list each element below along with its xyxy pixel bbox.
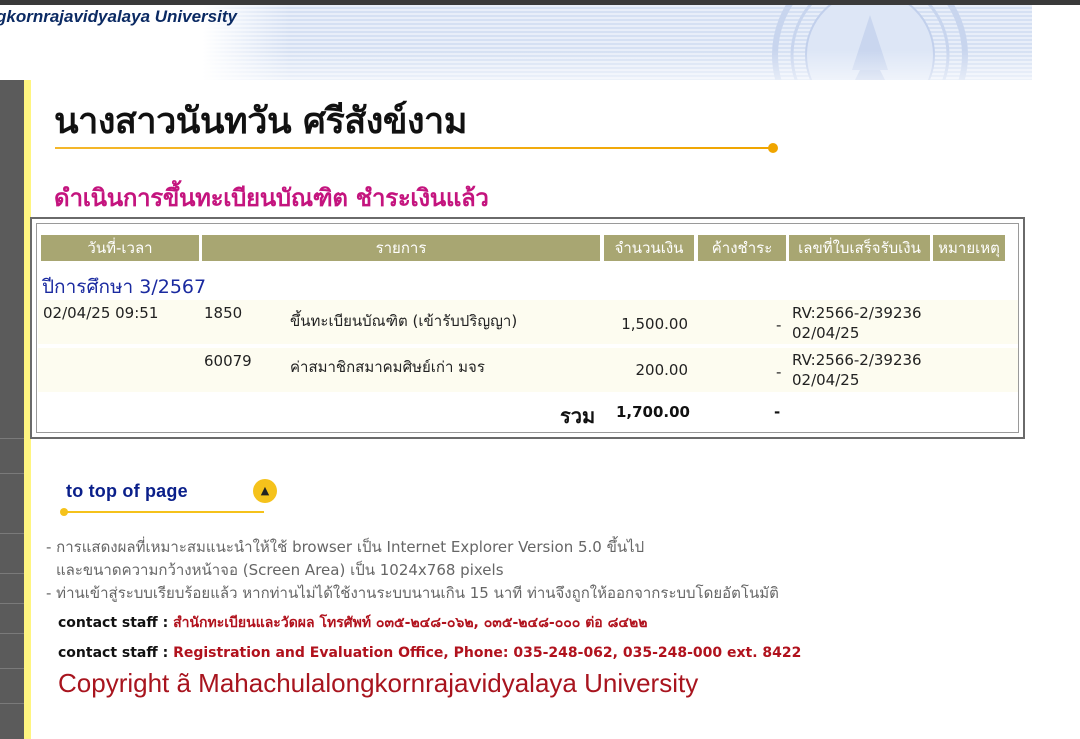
student-name: นางสาวนันทวัน ศรีสังข์งาม [54, 101, 467, 142]
row-receipt-date: 02/04/25 [792, 371, 860, 389]
browser-note: - การแสดงผลที่เหมาะสมแนะนำให้ใช้ browser… [46, 538, 645, 556]
academic-year: ปีการศึกษา 3/2567 [42, 276, 207, 298]
registration-status: ดำเนินการขึ้นทะเบียนบัณฑิต ชำระเงินแล้ว [54, 184, 489, 212]
header-amount: จำนวนเงิน [604, 235, 694, 261]
row-outstanding: - [776, 316, 782, 334]
to-top-label: to top of page [66, 481, 188, 501]
to-top-underline-dot [60, 508, 68, 516]
name-underline-dot [768, 143, 778, 153]
university-name: gkornrajavidyalaya University [0, 7, 237, 26]
left-sidebar [0, 80, 24, 739]
row-code: 60079 [204, 352, 252, 370]
contact-thai-value: สำนักทะเบียนและวัดผล โทรศัพท์ ๐๓๕-๒๔๘-๐๖… [173, 615, 648, 631]
up-arrow-icon: ▲ [253, 479, 277, 503]
header-receipt: เลขที่ใบเสร็จรับเงิน [789, 235, 930, 261]
contact-english-value: Registration and Evaluation Office, Phon… [173, 645, 802, 661]
row-item: ขึ้นทะเบียนบัณฑิต (เข้ารับปริญญา) [290, 312, 518, 330]
header-outstanding: ค้างชำระ [698, 235, 786, 261]
contact-thai: contact staff : สำนักทะเบียนและวัดผล โทร… [58, 615, 648, 631]
session-timeout-note: - ท่านเข้าสู่ระบบเรียบร้อยแล้ว หากท่านไม… [46, 584, 779, 602]
header-datetime: วันที่-เวลา [41, 235, 199, 261]
total-outstanding: - [774, 403, 781, 421]
row-outstanding: - [776, 363, 782, 381]
row-receipt-no: RV:2566-2/39236 [792, 351, 922, 369]
total-amount: 1,700.00 [615, 403, 690, 421]
to-top-underline [64, 511, 264, 513]
header-remark: หมายเหตุ [933, 235, 1005, 261]
screen-note: และขนาดความกว้างหน้าจอ (Screen Area) เป็… [56, 561, 504, 579]
row-datetime: 02/04/25 09:51 [43, 304, 159, 322]
row-receipt-no: RV:2566-2/39236 [792, 304, 922, 322]
copyright: Copyright ã Mahachulalongkornrajavidyala… [58, 668, 699, 698]
total-label: รวม [560, 404, 596, 428]
row-item: ค่าสมาชิกสมาคมศิษย์เก่า มจร [290, 358, 485, 376]
to-top-of-page-link[interactable]: to top of page ▲ [60, 478, 280, 516]
header-item: รายการ [202, 235, 600, 261]
row-amount: 200.00 [635, 361, 689, 379]
contact-english: contact staff : Registration and Evaluat… [58, 645, 802, 661]
row-code: 1850 [204, 304, 243, 322]
header-banner: gkornrajavidyalaya University [0, 5, 1032, 80]
name-underline [55, 147, 773, 149]
row-receipt-date: 02/04/25 [792, 324, 860, 342]
row-amount: 1,500.00 [621, 315, 688, 333]
